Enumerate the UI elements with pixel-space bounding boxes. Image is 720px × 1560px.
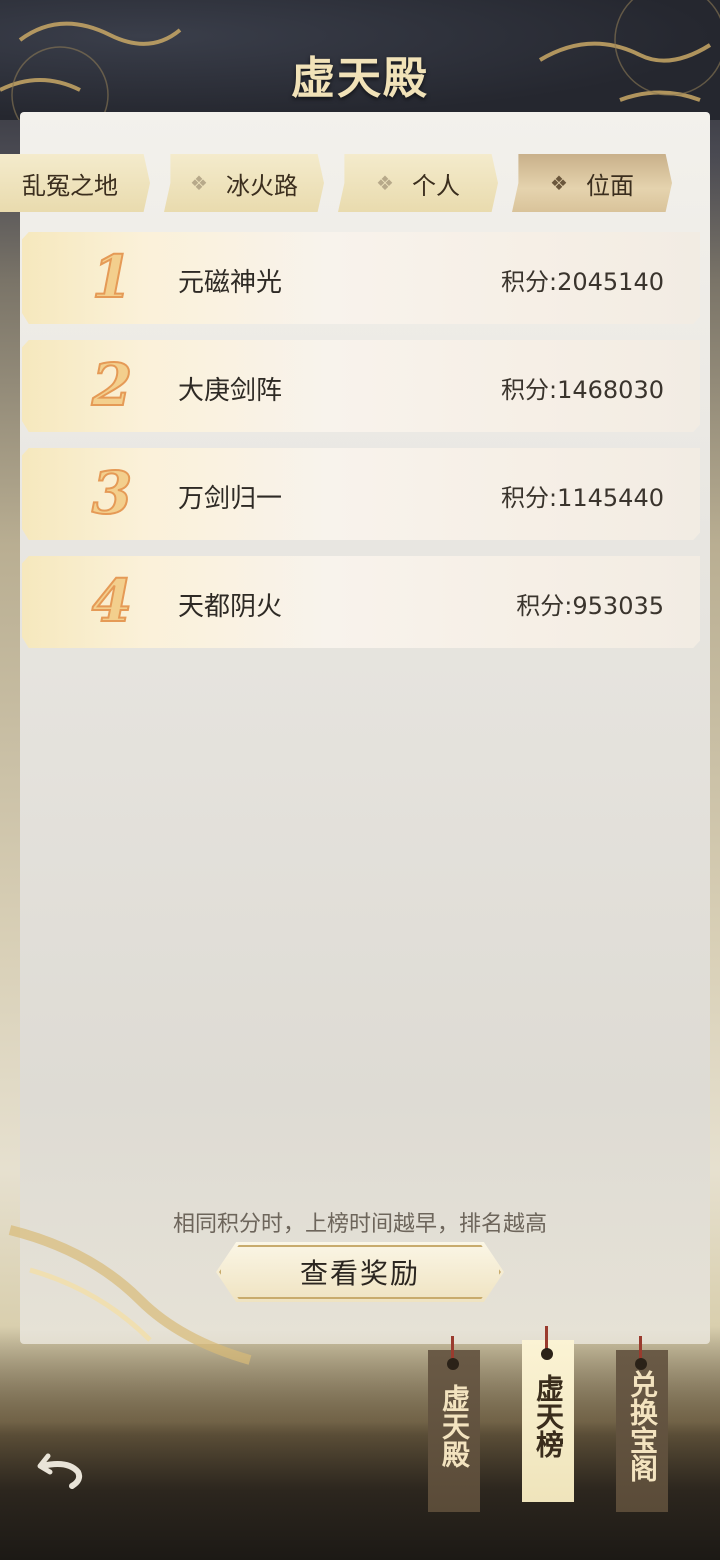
ranking-name: 天都阴火 (178, 592, 283, 622)
tab-label: 个人 (411, 171, 460, 200)
ranking-row: 2 大庚剑阵 积分:1468030 (22, 340, 700, 432)
diamond-icon: ❖ (376, 171, 394, 195)
tab-luanyuan[interactable]: 乱冤之地 (0, 154, 150, 212)
tab-label: 位面 (585, 171, 634, 200)
ranking-score: 积分:1468030 (501, 376, 664, 404)
rank-number: 1 (91, 243, 133, 311)
view-reward-label: 查看奖励 (299, 1257, 420, 1290)
tag-label: 虚天殿 (438, 1384, 471, 1468)
tab-plane[interactable]: ❖ 位面 (512, 154, 672, 212)
tag-label: 虚天榜 (532, 1374, 565, 1458)
bottom-decoration (0, 1330, 720, 1560)
page-title: 虚天殿 (291, 53, 429, 104)
tab-label: 乱冤之地 (22, 171, 118, 200)
rank-number: 2 (91, 351, 133, 419)
tag-string (545, 1326, 548, 1350)
tab-label: 冰火路 (225, 171, 298, 200)
tab-bar: 乱冤之地 ❖ 冰火路 ❖ 个人 ❖ 位面 (0, 154, 680, 214)
ranking-score: 积分:953035 (516, 592, 664, 620)
ranking-name: 元磁神光 (178, 268, 283, 298)
diamond-icon: ❖ (190, 171, 208, 195)
ranking-name: 大庚剑阵 (178, 376, 283, 406)
diamond-icon: ❖ (550, 171, 568, 195)
ranking-name: 万剑归一 (178, 484, 283, 514)
tag-hole (635, 1358, 647, 1370)
tag-xutian-palace[interactable]: 虚天殿 (428, 1336, 480, 1512)
back-arrow-icon[interactable] (34, 1438, 90, 1494)
tab-binghuo[interactable]: ❖ 冰火路 (164, 154, 324, 212)
ranking-tip: 相同积分时，上榜时间越早，排名越高 (172, 1212, 547, 1237)
tag-exchange-pavilion[interactable]: 兑换宝阁 (616, 1336, 668, 1512)
ranking-row: 1 元磁神光 积分:2045140 (22, 232, 700, 324)
ranking-score: 积分:2045140 (501, 268, 664, 296)
ranking-row: 4 天都阴火 积分:953035 (22, 556, 700, 648)
ranking-row: 3 万剑归一 积分:1145440 (22, 448, 700, 540)
tag-hole (447, 1358, 459, 1370)
view-reward-button[interactable]: 查看奖励 (216, 1242, 504, 1302)
tag-hole (541, 1348, 553, 1360)
tag-string (451, 1336, 454, 1360)
tag-string (639, 1336, 642, 1360)
ranking-score: 积分:1145440 (501, 484, 664, 512)
tag-xutian-ranking[interactable]: 虚天榜 (522, 1326, 574, 1502)
rank-number: 4 (91, 567, 133, 635)
tag-label: 兑换宝阁 (626, 1370, 659, 1482)
rank-number: 3 (91, 459, 133, 527)
tab-personal[interactable]: ❖ 个人 (338, 154, 498, 212)
